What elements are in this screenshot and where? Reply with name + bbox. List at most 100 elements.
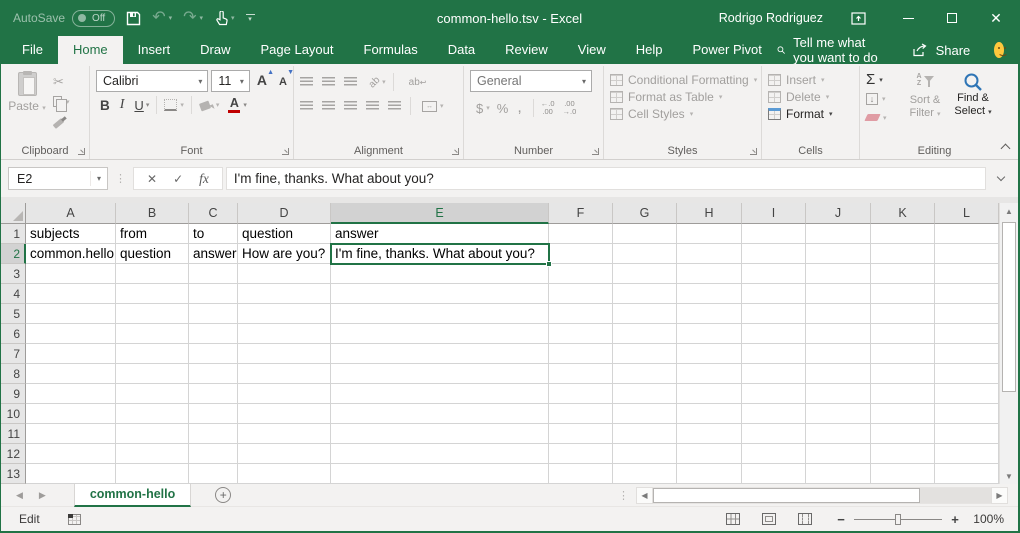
cell-L3[interactable] [935, 264, 999, 284]
tab-home[interactable]: Home [58, 36, 123, 64]
undo-button[interactable]: ↶▾ [152, 10, 172, 26]
scroll-down-icon[interactable]: ▼ [1000, 468, 1018, 484]
cell-J9[interactable] [806, 384, 871, 404]
comma-style-button[interactable]: , [517, 99, 521, 117]
row-header-6[interactable]: 6 [1, 324, 26, 344]
normal-view-button[interactable] [726, 513, 740, 525]
cell-C2[interactable]: answer [189, 244, 238, 264]
cell-E10[interactable] [331, 404, 549, 424]
cut-button[interactable]: ✂ [53, 74, 70, 89]
wrap-text-button[interactable]: ab↩ [409, 78, 427, 87]
tab-page-layout[interactable]: Page Layout [246, 36, 349, 64]
cell-L5[interactable] [935, 304, 999, 324]
column-header-D[interactable]: D [238, 203, 331, 224]
cell-L8[interactable] [935, 364, 999, 384]
cell-E2[interactable]: I'm fine, thanks. What about you? [331, 244, 549, 264]
cell-C9[interactable] [189, 384, 238, 404]
cell-K9[interactable] [871, 384, 935, 404]
cell-K10[interactable] [871, 404, 935, 424]
cell-F13[interactable] [549, 464, 613, 484]
cell-D6[interactable] [238, 324, 331, 344]
minimize-button[interactable] [886, 0, 930, 36]
column-header-J[interactable]: J [806, 203, 871, 224]
cell-C5[interactable] [189, 304, 238, 324]
cell-H9[interactable] [677, 384, 742, 404]
redo-caret-icon[interactable]: ▾ [200, 14, 204, 22]
sheet-tab-active[interactable]: common-hello [74, 484, 191, 507]
cell-L13[interactable] [935, 464, 999, 484]
cell-D12[interactable] [238, 444, 331, 464]
cell-E13[interactable] [331, 464, 549, 484]
column-header-F[interactable]: F [549, 203, 613, 224]
cell-H4[interactable] [677, 284, 742, 304]
cell-B5[interactable] [116, 304, 189, 324]
row-header-7[interactable]: 7 [1, 344, 26, 364]
cell-L11[interactable] [935, 424, 999, 444]
cell-C6[interactable] [189, 324, 238, 344]
cell-L2[interactable] [935, 244, 999, 264]
find-select-button[interactable]: Find & Select ▾ [952, 70, 994, 142]
cell-H10[interactable] [677, 404, 742, 424]
cell-H7[interactable] [677, 344, 742, 364]
save-button[interactable] [126, 11, 141, 26]
column-header-K[interactable]: K [871, 203, 935, 224]
redo-button[interactable]: ↷▾ [183, 10, 203, 26]
cell-F7[interactable] [549, 344, 613, 364]
cell-C10[interactable] [189, 404, 238, 424]
decrease-indent-button[interactable] [366, 101, 379, 111]
cell-B13[interactable] [116, 464, 189, 484]
cell-F4[interactable] [549, 284, 613, 304]
tab-bar-resize-handle[interactable]: ⋮ [618, 489, 629, 502]
tab-view[interactable]: View [563, 36, 621, 64]
increase-decimal-button[interactable]: ←.0.00 [541, 100, 555, 116]
touch-mouse-mode-button[interactable]: ▾ [214, 11, 235, 26]
scroll-left-icon[interactable]: ◀ [636, 487, 653, 504]
vertical-scroll-thumb[interactable] [1002, 222, 1016, 392]
cell-A4[interactable] [26, 284, 116, 304]
undo-caret-icon[interactable]: ▾ [169, 14, 173, 22]
cell-E12[interactable] [331, 444, 549, 464]
shrink-font-button[interactable]: A▼ [279, 72, 287, 90]
horizontal-scroll-thumb[interactable] [653, 488, 920, 503]
cell-L6[interactable] [935, 324, 999, 344]
row-header-9[interactable]: 9 [1, 384, 26, 404]
autosum-button[interactable]: Σ▾ [866, 72, 898, 87]
cell-A11[interactable] [26, 424, 116, 444]
scroll-up-icon[interactable]: ▲ [1000, 203, 1018, 219]
styles-dialog-launcher[interactable] [750, 148, 757, 155]
clipboard-dialog-launcher[interactable] [78, 148, 85, 155]
cell-H1[interactable] [677, 224, 742, 244]
cell-G8[interactable] [613, 364, 677, 384]
cell-J8[interactable] [806, 364, 871, 384]
cell-B3[interactable] [116, 264, 189, 284]
cell-G3[interactable] [613, 264, 677, 284]
cell-H12[interactable] [677, 444, 742, 464]
cell-G4[interactable] [613, 284, 677, 304]
zoom-slider-thumb[interactable] [895, 514, 901, 525]
cell-D10[interactable] [238, 404, 331, 424]
tab-data[interactable]: Data [433, 36, 490, 64]
tab-file[interactable]: File [7, 36, 58, 64]
cell-D3[interactable] [238, 264, 331, 284]
bold-button[interactable]: B [100, 98, 110, 113]
align-top-button[interactable] [300, 77, 313, 87]
cell-B6[interactable] [116, 324, 189, 344]
column-header-C[interactable]: C [189, 203, 238, 224]
align-middle-button[interactable] [322, 77, 335, 87]
cell-I5[interactable] [742, 304, 806, 324]
cell-G9[interactable] [613, 384, 677, 404]
italic-button[interactable]: I [120, 97, 125, 113]
align-right-button[interactable] [344, 101, 357, 111]
zoom-out-button[interactable]: − [834, 512, 848, 527]
cell-K12[interactable] [871, 444, 935, 464]
cell-J4[interactable] [806, 284, 871, 304]
cell-E6[interactable] [331, 324, 549, 344]
cell-E1[interactable]: answer [331, 224, 549, 244]
cell-E7[interactable] [331, 344, 549, 364]
cell-I10[interactable] [742, 404, 806, 424]
cell-A9[interactable] [26, 384, 116, 404]
cell-B8[interactable] [116, 364, 189, 384]
paste-button[interactable]: Paste ▾ [7, 70, 47, 142]
cell-E11[interactable] [331, 424, 549, 444]
tab-insert[interactable]: Insert [123, 36, 186, 64]
